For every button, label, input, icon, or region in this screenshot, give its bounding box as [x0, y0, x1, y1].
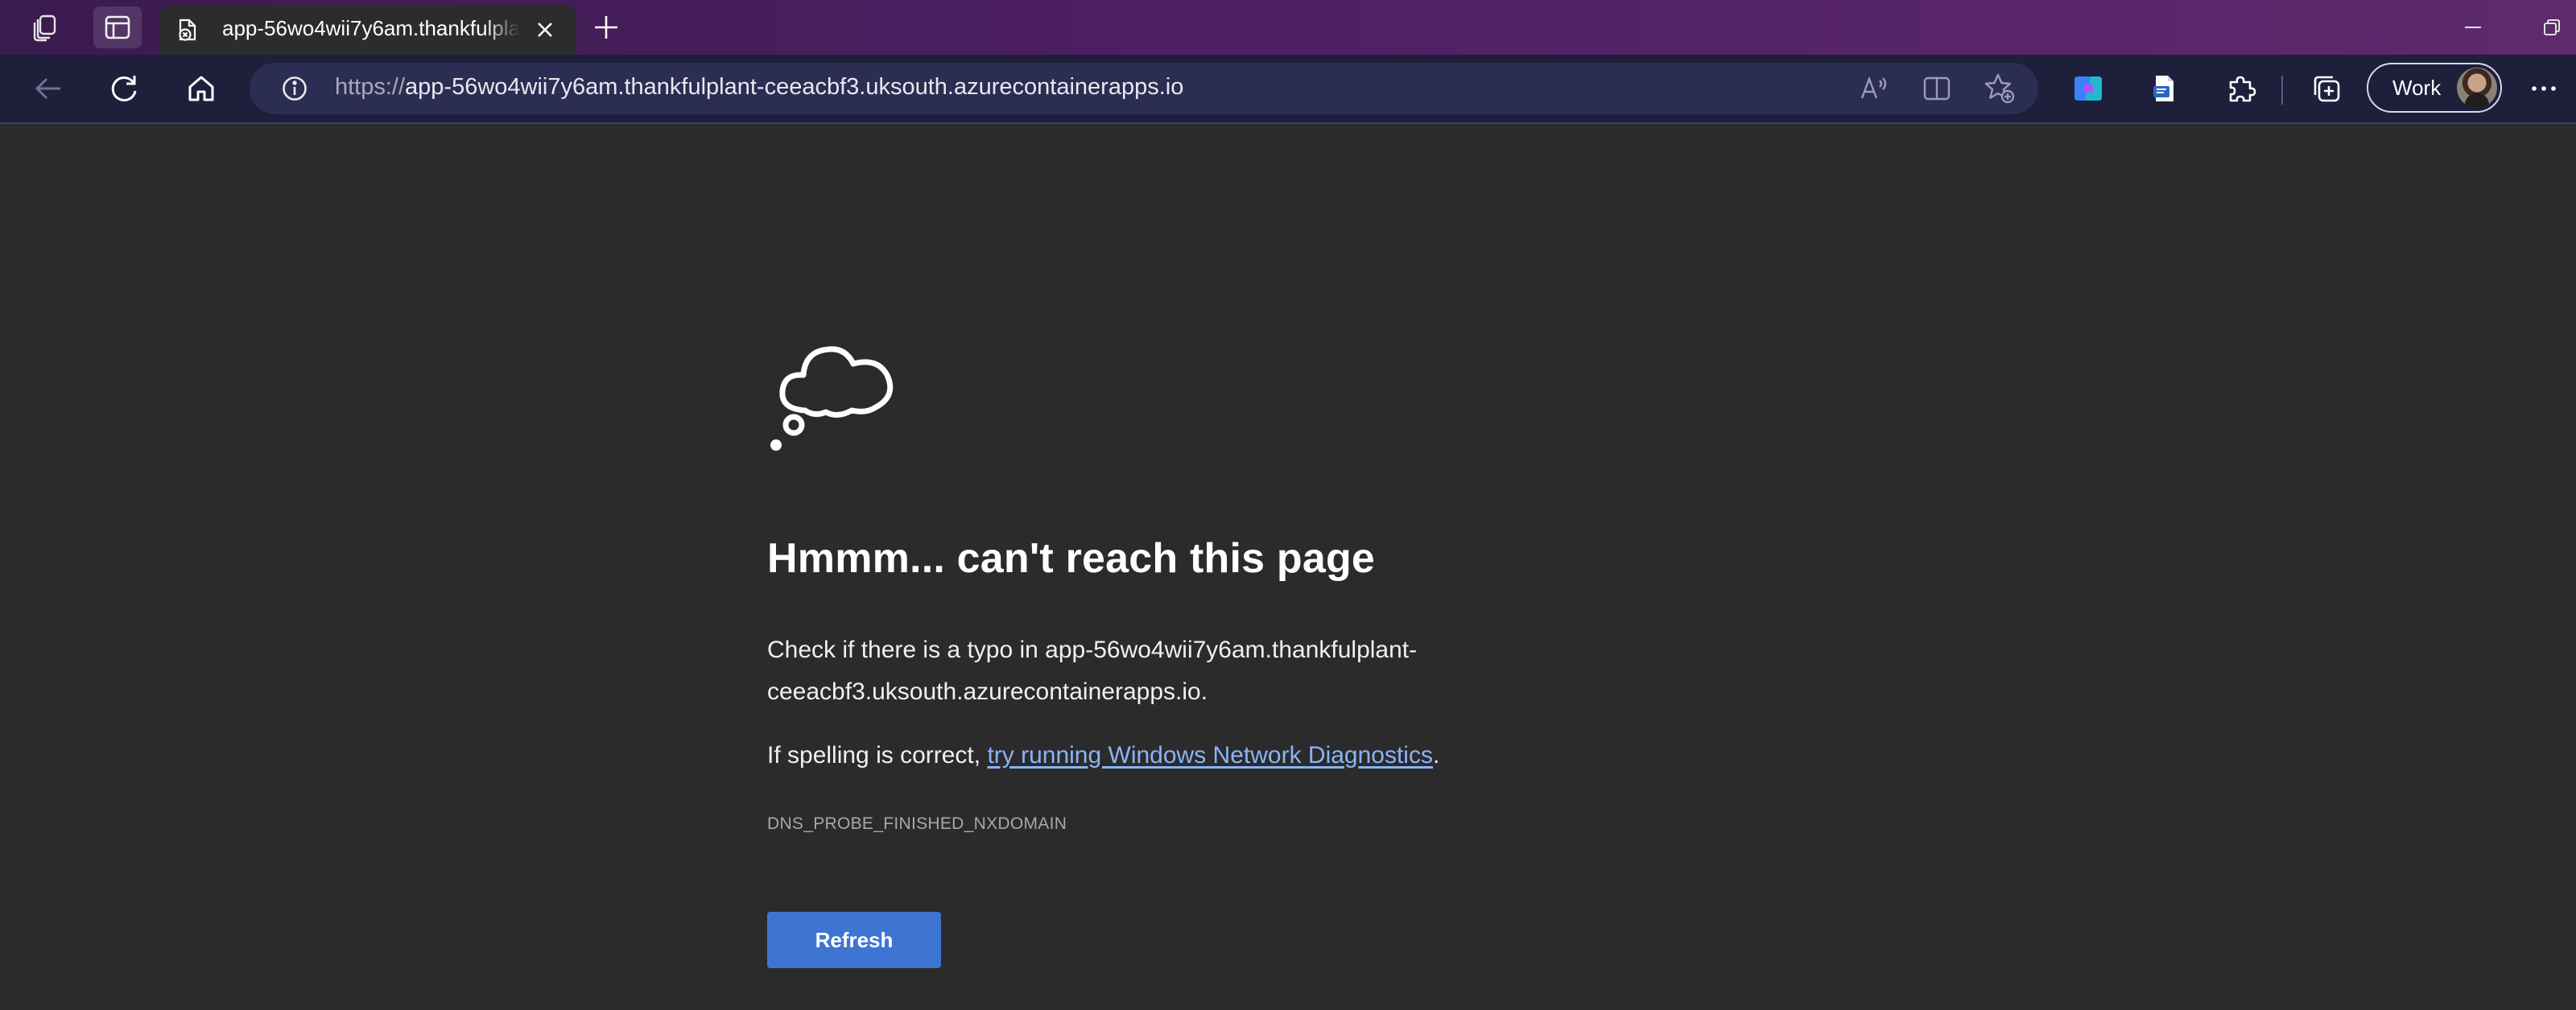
close-icon	[538, 23, 552, 37]
url-scheme: https://	[335, 74, 406, 100]
home-icon	[188, 76, 214, 101]
network-diagnostics-link[interactable]: try running Windows Network Diagnostics	[987, 742, 1433, 769]
toolbar-divider	[2281, 76, 2283, 105]
workspaces-icon	[33, 14, 56, 42]
extension-document-button[interactable]	[2141, 66, 2186, 111]
profile-button[interactable]: Work	[2367, 63, 2502, 113]
error-heading: Hmmm... can't reach this page	[767, 535, 1376, 582]
refresh-icon	[111, 76, 137, 102]
thought-cloud-icon	[770, 346, 894, 451]
info-icon[interactable]	[282, 76, 308, 101]
url-host: app-56wo4wii7y6am.thankfulplant-ceeacbf3…	[405, 74, 1184, 100]
typo-message: Check if there is a typo in app-56wo4wii…	[767, 629, 1476, 713]
read-aloud-button[interactable]	[1858, 72, 1890, 105]
tab-close-button[interactable]	[533, 18, 557, 42]
active-tab[interactable]: app-56wo4wii7y6am.thankfulplant-ceeacbf3…	[159, 5, 576, 55]
refresh-button[interactable]	[101, 66, 147, 111]
maximize-icon	[2544, 19, 2560, 35]
settings-menu-button[interactable]	[2521, 66, 2566, 111]
refresh-page-button[interactable]: Refresh	[767, 912, 941, 968]
add-favorite-icon	[1984, 73, 2015, 104]
typo-suffix: .	[1200, 678, 1208, 705]
copilot-button[interactable]	[2066, 66, 2111, 111]
spelling-suffix: .	[1432, 742, 1440, 769]
copilot-icon	[2074, 76, 2102, 101]
split-screen-icon	[1923, 76, 1951, 101]
document-extension-icon	[2153, 76, 2174, 101]
home-button[interactable]	[179, 66, 224, 111]
minimize-icon	[2465, 27, 2481, 28]
back-button[interactable]	[26, 66, 71, 111]
split-screen-button[interactable]	[1921, 72, 1953, 105]
plus-icon	[595, 16, 617, 39]
url-text[interactable]: https://app-56wo4wii7y6am.thankfulplant-…	[335, 74, 1183, 101]
collections-button[interactable]	[2304, 66, 2349, 111]
typo-prefix: Check if there is a typo in	[767, 637, 1046, 663]
maximize-button[interactable]	[2528, 8, 2576, 47]
puzzle-icon	[2229, 76, 2256, 102]
avatar	[2457, 68, 2497, 108]
back-arrow-icon	[35, 77, 60, 100]
error-code: DNS_PROBE_FINISHED_NXDOMAIN	[767, 814, 1067, 833]
tab-title: app-56wo4wii7y6am.thankfulplant-ceeacbf3…	[222, 16, 520, 40]
more-icon	[2532, 86, 2556, 91]
tab-strip: app-56wo4wii7y6am.thankfulplant-ceeacbf3…	[0, 0, 2576, 55]
spelling-prefix: If spelling is correct,	[767, 742, 988, 769]
profile-label: Work	[2392, 76, 2442, 100]
tab-actions-icon	[105, 15, 130, 39]
spelling-message: If spelling is correct, try running Wind…	[767, 735, 1439, 777]
minimize-button[interactable]	[2449, 8, 2497, 47]
add-favorite-button[interactable]	[1984, 72, 2016, 105]
address-bar[interactable]: https://app-56wo4wii7y6am.thankfulplant-…	[250, 63, 2038, 114]
navigation-toolbar: https://app-56wo4wii7y6am.thankfulplant-…	[0, 55, 2576, 124]
extensions-button[interactable]	[2219, 66, 2264, 111]
workspaces-button[interactable]	[21, 6, 69, 48]
read-aloud-icon	[1860, 76, 1887, 99]
page-error-icon	[179, 19, 196, 41]
collections-icon	[2314, 76, 2340, 102]
new-tab-button[interactable]	[586, 10, 626, 45]
tab-actions-button[interactable]	[93, 6, 142, 48]
